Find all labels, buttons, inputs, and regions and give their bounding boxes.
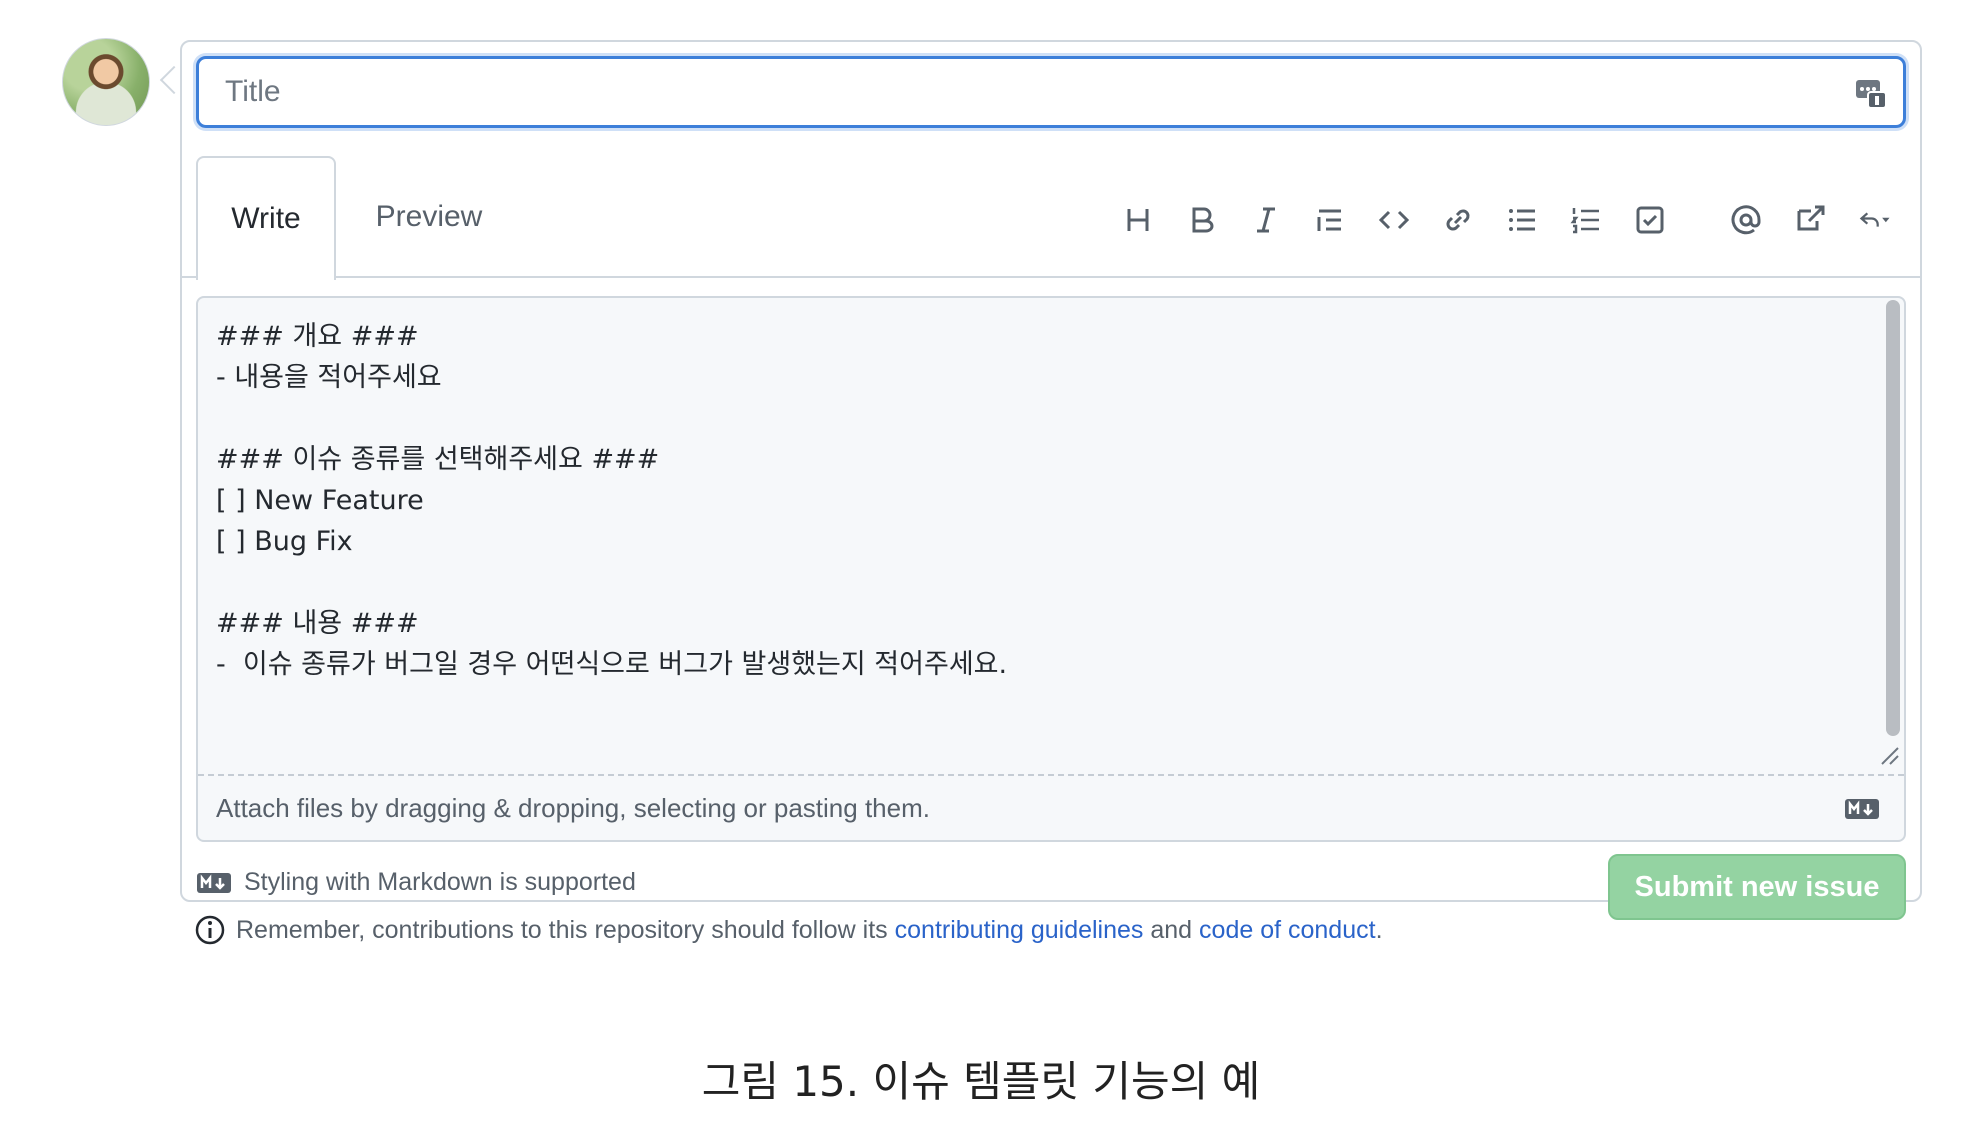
submit-new-issue-button[interactable]: Submit new issue	[1608, 854, 1906, 920]
avatar	[62, 38, 150, 126]
mention-icon[interactable]	[1714, 192, 1778, 248]
markdown-icon	[197, 872, 231, 893]
saved-replies-field-icon[interactable]	[1854, 76, 1888, 110]
markdown-toolbar	[1106, 192, 1906, 248]
markdown-note-text: Styling with Markdown is supported	[244, 868, 636, 896]
info-icon	[195, 915, 225, 945]
tab-preview[interactable]: Preview	[354, 156, 504, 278]
cross-reference-icon[interactable]	[1778, 192, 1842, 248]
bulleted-list-icon[interactable]	[1490, 192, 1554, 248]
markdown-support-note[interactable]: Styling with Markdown is supported	[196, 868, 636, 897]
numbered-list-icon[interactable]	[1554, 192, 1618, 248]
title-input[interactable]	[196, 56, 1906, 128]
notice-prefix: Remember, contributions to this reposito…	[236, 915, 888, 944]
quote-icon[interactable]	[1298, 192, 1362, 248]
contribution-notice: Remember, contributions to this reposito…	[194, 914, 1383, 946]
markdown-icon	[1845, 799, 1879, 819]
notice-suffix: .	[1375, 915, 1383, 944]
code-icon[interactable]	[1362, 192, 1426, 248]
comment-editor[interactable]: ### 개요 ### - 내용을 적어주세요 ### 이슈 종류를 선택해주세요…	[196, 296, 1906, 842]
saved-replies-icon[interactable]	[1842, 192, 1906, 248]
resize-grip-icon[interactable]	[1878, 744, 1900, 766]
editor-tabs: Write Preview	[182, 156, 1920, 280]
italic-icon[interactable]	[1234, 192, 1298, 248]
heading-icon[interactable]	[1106, 192, 1170, 248]
comment-body-textarea[interactable]: ### 개요 ### - 내용을 적어주세요 ### 이슈 종류를 선택해주세요…	[198, 298, 1904, 776]
code-of-conduct-link[interactable]: code of conduct	[1199, 916, 1376, 944]
notice-middle: and	[1150, 915, 1193, 944]
bold-icon[interactable]	[1170, 192, 1234, 248]
new-issue-form: Write Preview ### 개요 ### - 내용을 적어주세요 ###…	[180, 40, 1922, 920]
tab-write[interactable]: Write	[196, 156, 336, 280]
editor-scrollbar[interactable]	[1886, 300, 1900, 736]
link-icon[interactable]	[1426, 192, 1490, 248]
attach-files-hint[interactable]: Attach files by dragging & dropping, sel…	[216, 776, 930, 840]
task-list-icon[interactable]	[1618, 192, 1682, 248]
contributing-guidelines-link[interactable]: contributing guidelines	[895, 916, 1144, 944]
figure-caption: 그림 15. 이슈 템플릿 기능의 예	[701, 1057, 1261, 1106]
